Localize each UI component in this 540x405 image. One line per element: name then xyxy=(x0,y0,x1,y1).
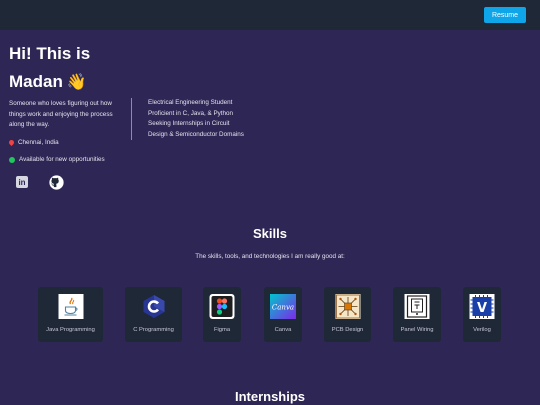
internships-heading: Internships xyxy=(234,389,306,404)
github-link[interactable] xyxy=(48,174,64,190)
skill-card-pcb[interactable]: PCB Design xyxy=(324,287,371,342)
availability-status: Available for new opportunities xyxy=(9,156,105,163)
location-text: Chennai, India xyxy=(18,139,59,146)
location: Chennai, India xyxy=(9,139,59,146)
vertical-divider xyxy=(131,98,132,140)
skill-label: PCB Design xyxy=(331,327,364,333)
linkedin-icon: in xyxy=(16,176,28,188)
figma-icon xyxy=(209,294,235,319)
canva-icon: Canva xyxy=(270,294,296,319)
hero-name: Madan xyxy=(9,72,63,91)
waving-hand-icon: 👋 xyxy=(66,74,87,91)
location-pin-icon xyxy=(9,140,14,146)
verilog-logo-text: V xyxy=(477,301,487,316)
detail-line: Design & Semiconductor Domains xyxy=(148,130,244,138)
hero-heading: Hi! This is Madan 👋 xyxy=(9,40,159,97)
hero-title-line1: Hi! This is xyxy=(9,44,91,63)
bio-text: Someone who loves figuring out how thing… xyxy=(9,100,113,128)
linkedin-link[interactable]: in xyxy=(14,174,30,190)
pcb-icon xyxy=(335,294,360,319)
skill-label: C Programming xyxy=(133,327,174,333)
skill-label: Java Programming xyxy=(46,327,95,333)
skills-heading: Skills xyxy=(253,226,287,241)
skill-card-panel-wiring[interactable]: Panel Wiring xyxy=(393,287,441,342)
skill-card-c[interactable]: C Programming xyxy=(125,287,182,342)
github-icon xyxy=(48,174,64,190)
intro-details: Electrical Engineering Student Proficien… xyxy=(148,98,268,140)
detail-line: Electrical Engineering Student xyxy=(148,99,233,106)
skill-card-canva[interactable]: Canva Canva xyxy=(264,287,302,342)
skill-card-verilog[interactable]: V Verilog xyxy=(463,287,501,342)
skill-card-java[interactable]: Java Programming xyxy=(38,287,103,342)
detail-line: Proficient in C, Java, & Python xyxy=(148,109,234,117)
skills-subtitle: The skills, tools, and technologies I am… xyxy=(195,253,345,260)
verilog-icon: V xyxy=(469,294,495,319)
java-icon xyxy=(58,294,83,319)
skill-card-figma[interactable]: Figma xyxy=(203,287,241,342)
skill-label: Panel Wiring xyxy=(400,327,434,333)
skill-label: Canva xyxy=(274,327,292,333)
resume-button[interactable]: Resume xyxy=(484,7,526,23)
detail-line: Seeking Internships in Circuit xyxy=(148,120,230,127)
skill-label: Figma xyxy=(213,327,231,333)
status-dot-icon xyxy=(9,156,15,163)
skill-label: Verilog xyxy=(473,327,491,333)
top-navbar: Resume xyxy=(0,0,540,30)
canva-logo-text: Canva xyxy=(272,304,294,312)
panel-wiring-icon xyxy=(404,294,430,319)
availability-text: Available for new opportunities xyxy=(19,156,105,163)
c-language-icon xyxy=(141,294,166,319)
hero-title-line2: Madan 👋 xyxy=(9,68,159,97)
